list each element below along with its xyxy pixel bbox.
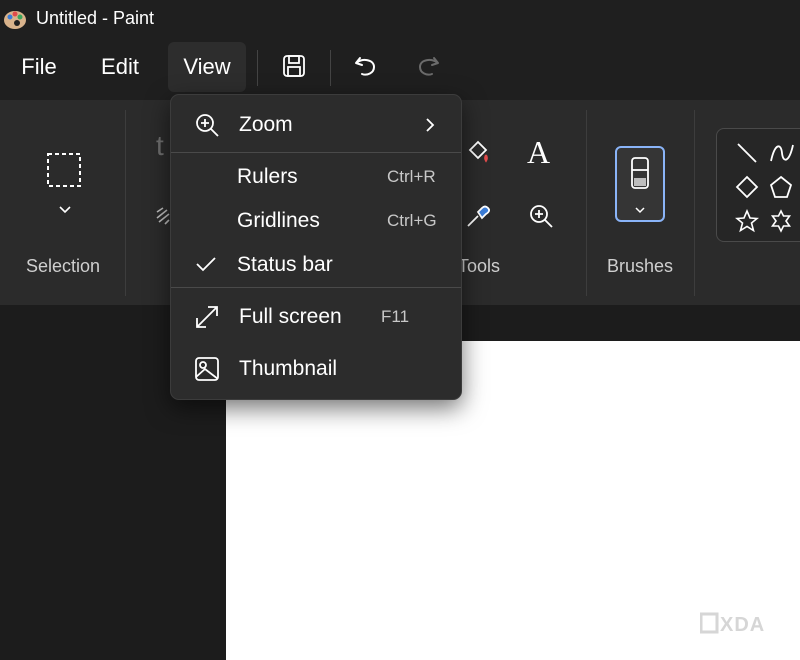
line-shape-icon[interactable]: [735, 141, 759, 165]
gridlines-shortcut: Ctrl+G: [387, 211, 437, 230]
gridlines-label: Gridlines: [237, 209, 320, 232]
ribbon-separator: [694, 110, 695, 296]
menu-separator: [171, 287, 461, 288]
toolbar-separator: [330, 50, 331, 86]
thumbnail-label: Thumbnail: [239, 357, 338, 380]
menu-edit[interactable]: Edit: [88, 42, 152, 92]
zoom-in-icon: [196, 114, 219, 137]
redo-icon: [419, 57, 439, 76]
chevron-down-icon[interactable]: [58, 204, 72, 214]
undo-button[interactable]: [346, 46, 386, 86]
pentagon-shape-icon[interactable]: [769, 175, 793, 199]
magnifier-icon[interactable]: [527, 202, 555, 230]
six-point-star-icon[interactable]: [769, 209, 793, 233]
menu-view[interactable]: View: [168, 42, 246, 92]
svg-text:XDA: XDA: [720, 614, 765, 636]
menu-item-status-bar[interactable]: Status bar: [175, 243, 457, 287]
curve-shape-icon[interactable]: [769, 141, 795, 165]
full-screen-shortcut: F11: [381, 307, 410, 326]
brushes-button[interactable]: [615, 146, 665, 222]
menu-bar: File Edit View: [0, 40, 800, 100]
star-shape-icon[interactable]: [735, 209, 759, 233]
xda-watermark-logo: XDA: [699, 610, 776, 643]
zoom-label: Zoom: [239, 113, 293, 136]
menu-item-zoom[interactable]: Zoom: [175, 103, 457, 147]
menu-item-full-screen[interactable]: Full screen F11: [175, 295, 457, 339]
chevron-right-icon: [426, 118, 435, 132]
paint-app-icon: [4, 11, 26, 29]
diamond-shape-icon[interactable]: [735, 175, 759, 199]
menu-separator: [171, 152, 461, 153]
full-screen-label: Full screen: [239, 305, 342, 328]
shapes-gallery[interactable]: [716, 128, 800, 242]
selection-button[interactable]: [44, 150, 84, 190]
undo-icon: [355, 57, 375, 76]
status-bar-label: Status bar: [237, 253, 333, 276]
rulers-label: Rulers: [237, 165, 298, 188]
menu-separator: [257, 50, 258, 86]
brushes-group-label: Brushes: [607, 256, 674, 276]
menu-item-thumbnail[interactable]: Thumbnail: [175, 347, 457, 391]
brush-icon: [631, 157, 649, 189]
view-dropdown-menu: Zoom Rulers Ctrl+R Gridlines Ctrl+G Stat…: [170, 94, 462, 400]
checkmark-icon: [196, 257, 216, 272]
tools-group-label: Tools: [458, 256, 501, 276]
ribbon-separator: [586, 110, 587, 296]
menu-file[interactable]: File: [8, 42, 70, 92]
text-tool-partial: t: [156, 130, 164, 161]
save-icon: [283, 55, 305, 77]
menu-item-gridlines[interactable]: Gridlines Ctrl+G: [175, 199, 457, 243]
menu-item-rulers[interactable]: Rulers Ctrl+R: [175, 155, 457, 199]
title-bar: Untitled - Paint: [0, 0, 800, 40]
rectangle-selection-icon: [47, 153, 81, 187]
chevron-down-icon: [635, 207, 645, 214]
xda-logo-icon: XDA: [699, 612, 765, 636]
fill-bucket-icon[interactable]: [464, 138, 492, 166]
image-tool-icon[interactable]: [155, 206, 171, 226]
color-picker-icon[interactable]: [464, 202, 492, 230]
save-button[interactable]: [274, 46, 314, 86]
rulers-shortcut: Ctrl+R: [387, 167, 436, 186]
full-screen-icon: [196, 306, 218, 328]
ribbon-separator: [125, 110, 126, 296]
text-tool-icon[interactable]: A: [527, 134, 550, 171]
redo-button[interactable]: [408, 46, 448, 86]
thumbnail-icon: [195, 357, 219, 381]
selection-group-label: Selection: [26, 256, 101, 276]
window-title: Untitled - Paint: [36, 8, 155, 28]
